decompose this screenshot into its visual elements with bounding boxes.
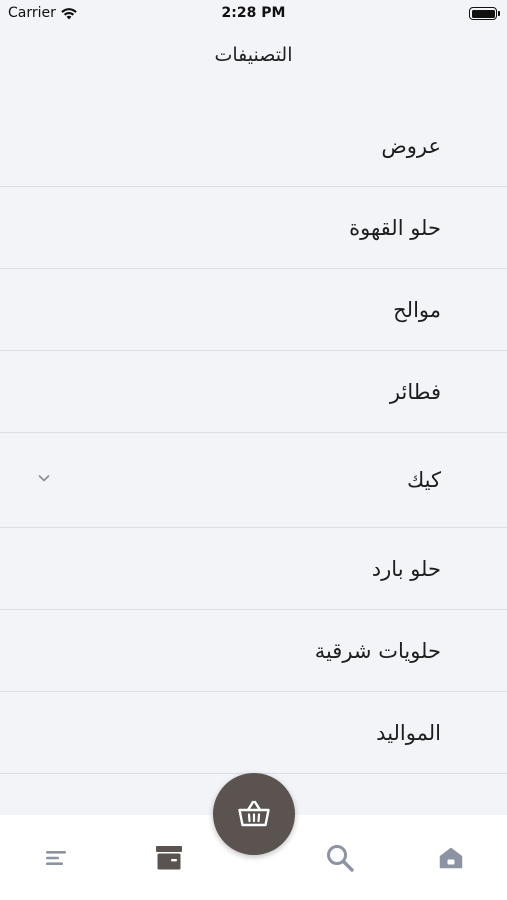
menu-icon [46,851,66,865]
archive-icon [156,846,182,870]
status-time: 2:28 PM [221,5,286,21]
search-icon [327,845,354,872]
category-item-offers[interactable]: عروض [0,105,507,187]
category-list: عروض حلو القهوة موالح فطائر كيك حلو بارد… [0,105,507,774]
battery-icon [469,7,500,20]
category-label: كيك [406,468,441,492]
category-label: حلو بارد [371,556,441,581]
basket-icon [238,800,270,827]
category-item-newborn[interactable]: المواليد [0,692,507,774]
category-item-coffee-sweets[interactable]: حلو القهوة [0,187,507,269]
tab-search[interactable] [320,841,360,875]
category-label: المواليد [376,720,441,745]
tab-home[interactable] [431,841,471,875]
category-item-savories[interactable]: موالح [0,269,507,351]
category-label: حلو القهوة [349,215,441,240]
home-icon [439,847,463,869]
category-label: عروض [381,133,441,158]
category-label: حلويات شرقية [314,638,441,663]
status-bar: Carrier 2:28 PM [0,0,507,28]
basket-button[interactable] [213,773,295,855]
tab-orders[interactable] [149,841,189,875]
category-item-oriental-sweets[interactable]: حلويات شرقية [0,610,507,692]
category-label: موالح [393,297,441,322]
category-label: فطائر [389,379,441,404]
chevron-down-icon[interactable] [36,470,52,486]
page-title: التصنيفات [214,44,293,66]
tab-menu[interactable] [36,841,76,875]
category-item-cold-sweets[interactable]: حلو بارد [0,528,507,610]
categories-screen: Carrier 2:28 PM التصنيفات عروض حلو القهو… [0,0,507,900]
category-item-cake[interactable]: كيك [0,433,507,528]
category-item-pastries[interactable]: فطائر [0,351,507,433]
